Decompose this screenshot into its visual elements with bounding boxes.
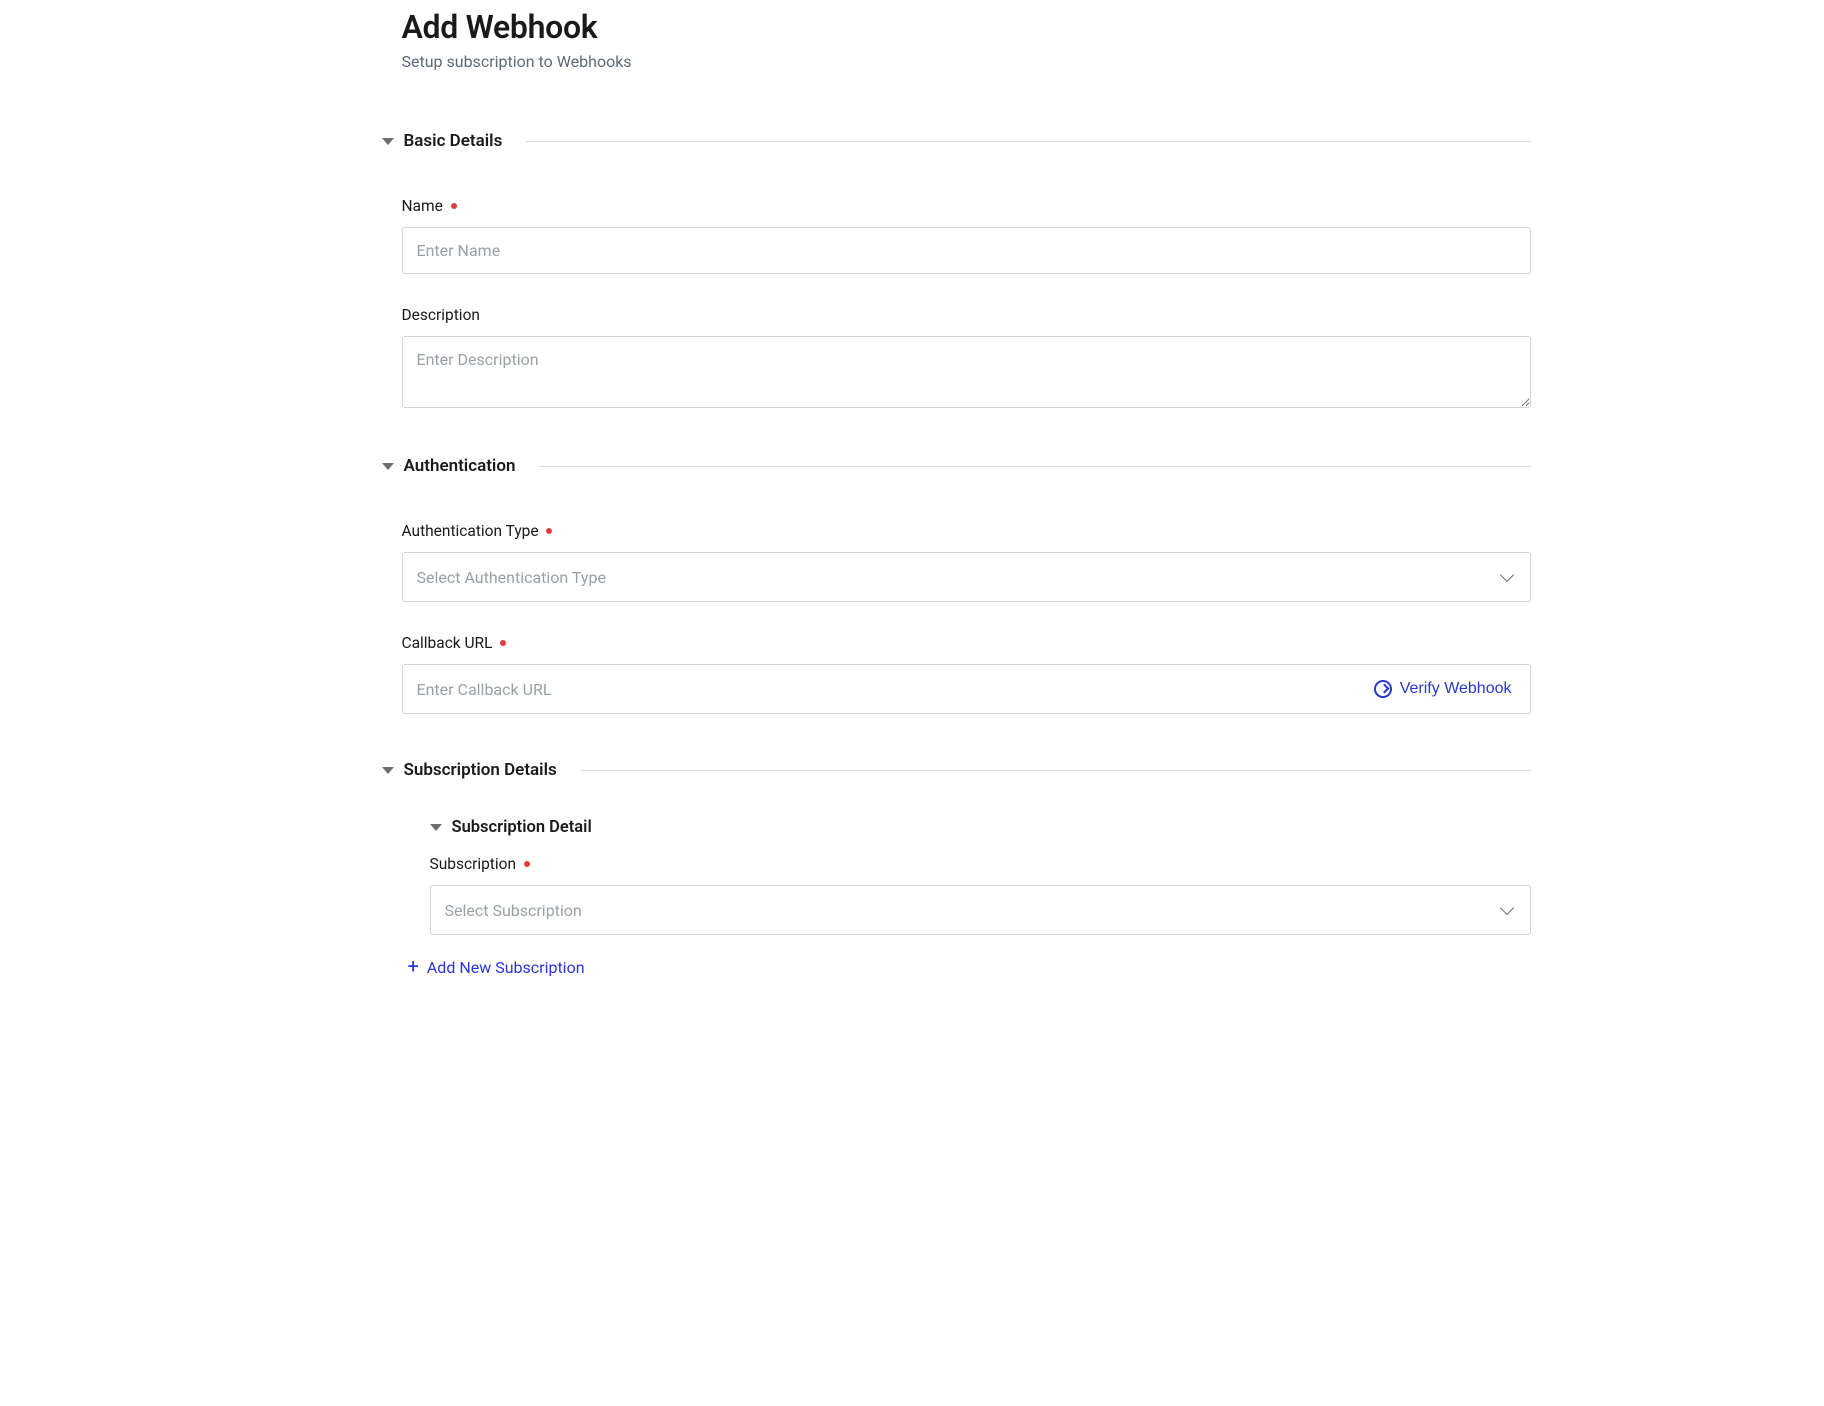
name-input[interactable] [402,227,1531,274]
divider [581,770,1531,771]
page-title: Add Webhook [402,8,1531,46]
verify-webhook-button[interactable]: Verify Webhook [1366,665,1530,713]
divider [526,141,1530,142]
name-label-text: Name [402,197,443,215]
subsection-toggle-subscription-detail[interactable]: Subscription Detail [430,818,1531,837]
chevron-down-icon [382,767,394,774]
section-title-basic: Basic Details [404,131,503,151]
add-new-subscription-button[interactable]: + Add New Subscription [408,957,585,977]
callback-url-label: Callback URL [402,634,1531,652]
page-subtitle: Setup subscription to Webhooks [402,52,1531,71]
auth-type-label-text: Authentication Type [402,522,539,540]
description-label: Description [402,306,1531,324]
description-input[interactable] [402,336,1531,408]
subscription-placeholder: Select Subscription [445,901,582,920]
section-toggle-subscription[interactable]: Subscription Details [382,760,1531,780]
required-dot-icon [524,861,530,867]
description-label-text: Description [402,306,480,324]
add-new-subscription-label: Add New Subscription [427,958,585,977]
name-label: Name [402,197,1531,215]
plus-icon: + [408,956,419,976]
section-title-subscription: Subscription Details [404,760,557,780]
chevron-down-icon [1499,568,1513,582]
required-dot-icon [500,640,506,646]
auth-type-placeholder: Select Authentication Type [417,568,606,587]
auth-type-label: Authentication Type [402,522,1531,540]
verify-webhook-label: Verify Webhook [1400,680,1512,698]
chevron-down-icon [382,138,394,145]
subsection-title-subscription-detail: Subscription Detail [452,818,592,837]
divider [539,466,1530,467]
required-dot-icon [546,528,552,534]
subscription-label-text: Subscription [430,855,517,873]
chevron-down-icon [1499,901,1513,915]
subscription-select[interactable]: Select Subscription [430,885,1531,935]
chevron-down-icon [382,463,394,470]
section-title-auth: Authentication [404,456,516,476]
verify-icon [1374,680,1392,698]
auth-type-select[interactable]: Select Authentication Type [402,552,1531,602]
section-toggle-auth[interactable]: Authentication [382,456,1531,476]
chevron-down-icon [430,824,442,831]
subscription-label: Subscription [430,855,1531,873]
callback-url-input[interactable] [403,667,1366,712]
required-dot-icon [451,203,457,209]
section-toggle-basic[interactable]: Basic Details [382,131,1531,151]
callback-url-label-text: Callback URL [402,634,493,652]
